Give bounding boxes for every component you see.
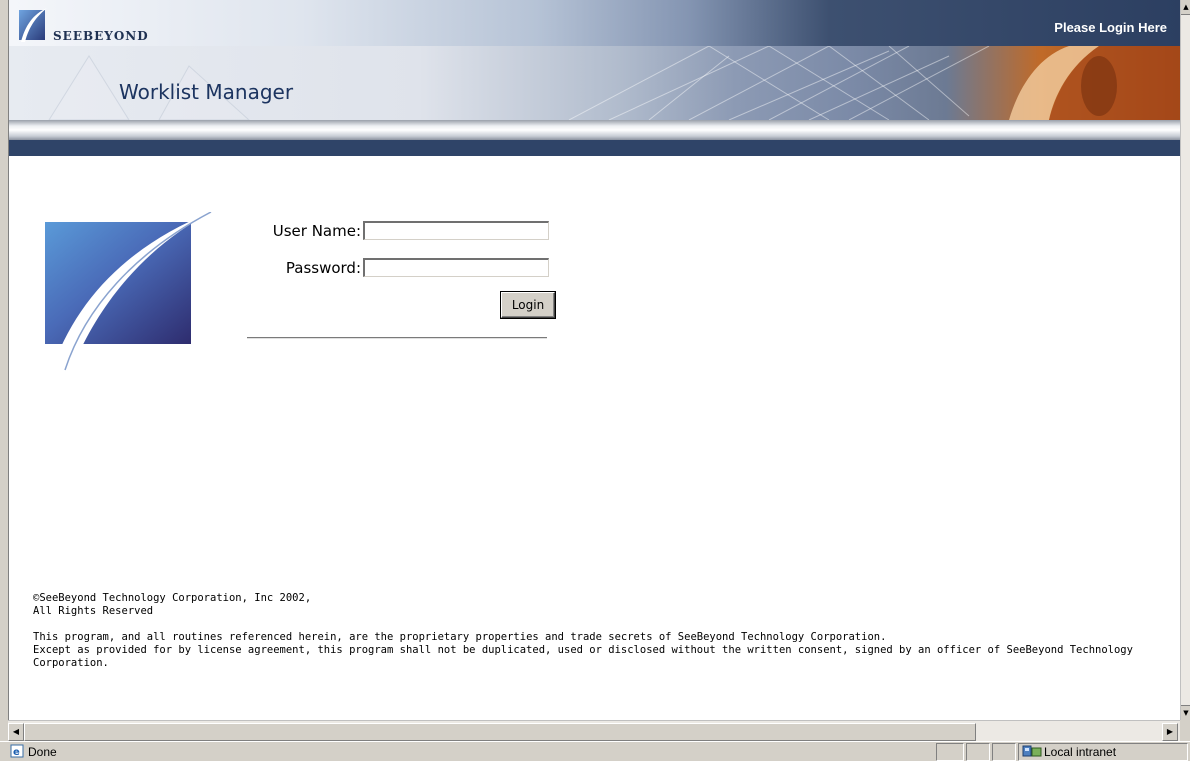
vertical-scrollbar[interactable]: ▲ ▼ (1180, 0, 1190, 720)
status-cell (992, 743, 1016, 761)
status-cell (936, 743, 964, 761)
username-label: User Name: (272, 222, 361, 240)
header-navy-band (9, 140, 1181, 156)
status-bar: e Done Local intranet (0, 741, 1190, 761)
seebeyond-logo-icon (19, 8, 47, 42)
copyright-line: All Rights Reserved (33, 605, 154, 617)
password-label: Password: (285, 259, 361, 277)
status-cell (966, 743, 990, 761)
scroll-right-arrow-icon[interactable]: ▶ (1162, 723, 1178, 741)
app-title: Worklist Manager (119, 80, 294, 104)
legal-text: Except as provided for by license agreem… (33, 644, 1133, 656)
password-input[interactable] (363, 258, 549, 277)
intranet-zone-icon (1022, 745, 1042, 757)
svg-text:e: e (13, 747, 20, 758)
username-input[interactable] (363, 221, 549, 240)
legal-text: Corporation. (33, 657, 109, 669)
scroll-up-arrow-icon[interactable]: ▲ (1181, 0, 1190, 15)
legal-footer: ©SeeBeyond Technology Corporation, Inc 2… (33, 592, 1173, 670)
header-divider (9, 120, 1181, 140)
scroll-down-arrow-icon[interactable]: ▼ (1181, 705, 1190, 720)
browser-viewport: SeeBeyond Please Login Here Worklist Man… (8, 0, 1181, 720)
copyright-line: ©SeeBeyond Technology Corporation, Inc 2… (33, 592, 312, 604)
ie-page-icon: e (10, 744, 24, 758)
status-text: Done (28, 745, 57, 759)
login-button[interactable]: Login (501, 292, 555, 318)
top-header-bar: SeeBeyond Please Login Here (9, 0, 1181, 46)
form-divider (247, 337, 547, 339)
username-row: User Name: (247, 218, 557, 246)
legal-text: This program, and all routines reference… (33, 631, 887, 643)
scroll-left-arrow-icon[interactable]: ◀ (8, 723, 24, 741)
login-prompt: Please Login Here (1054, 20, 1167, 35)
zone-text: Local intranet (1044, 745, 1117, 759)
seebeyond-logo-icon (45, 212, 212, 372)
banner: Worklist Manager (9, 46, 1181, 120)
password-row: Password: (247, 255, 557, 283)
brand-name: SeeBeyond (53, 29, 149, 43)
horizontal-scrollbar[interactable]: ◀ ▶ (8, 720, 1180, 741)
scroll-thumb[interactable] (24, 723, 976, 741)
